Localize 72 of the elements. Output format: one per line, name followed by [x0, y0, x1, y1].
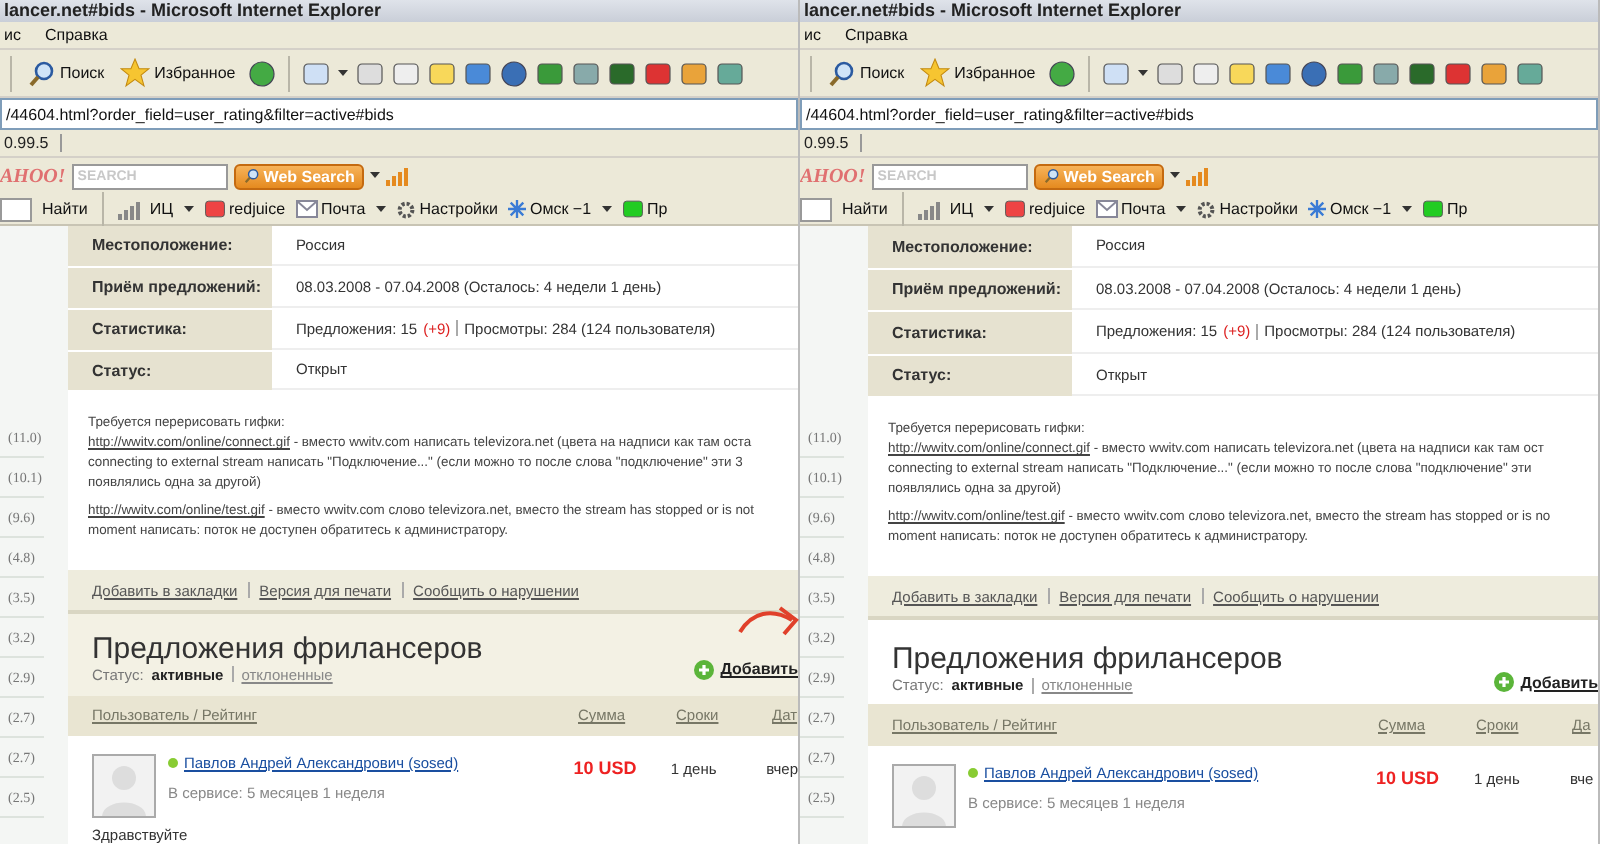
find-field[interactable]	[0, 197, 32, 221]
star-icon	[120, 58, 151, 88]
menu-item[interactable]: ис	[4, 26, 21, 44]
window-title: lancer.net#bids - Microsoft Internet Explorer	[800, 0, 1598, 22]
favorites-button[interactable]: Избранное	[116, 58, 240, 88]
toolbar-link[interactable]: Омск −1	[1307, 200, 1392, 218]
caret-icon	[337, 69, 348, 77]
caret-icon	[1175, 205, 1186, 213]
info-label: Статистика:	[868, 312, 1072, 353]
signal-bars-icon	[917, 199, 946, 219]
menu-item[interactable]: ис	[804, 26, 821, 44]
info-label: Статус:	[868, 355, 1072, 396]
avatar-placeholder	[892, 764, 956, 828]
caret-icon	[1170, 172, 1181, 180]
toolbar-link[interactable]: redjuice	[1003, 198, 1086, 220]
toolbar-link[interactable]: redjuice	[203, 198, 286, 220]
envelope-icon	[295, 200, 318, 218]
toolbar-link[interactable]: Настройки	[395, 199, 498, 219]
menu-item[interactable]: Справка	[44, 26, 108, 44]
search-icon	[828, 59, 856, 87]
plus-icon	[1494, 672, 1515, 692]
window-title: lancer.net#bids - Microsoft Internet Explorer	[0, 0, 798, 22]
toolbar-link[interactable]: Пр	[1421, 198, 1468, 220]
envelope-icon	[1095, 200, 1118, 218]
search-icon	[243, 168, 260, 184]
toolbar-link[interactable]: ИЦ	[917, 199, 973, 219]
section-title: Предложения фрилансеров	[92, 631, 485, 666]
address-field[interactable]: /44604.html?order_field=user_rating&filter=active#bids	[0, 98, 798, 130]
info-label: Приём предложений:	[868, 269, 1072, 310]
info-label: Статус:	[68, 351, 272, 391]
caret-icon	[1137, 69, 1148, 77]
toolbar-link[interactable]: Пр	[621, 198, 668, 220]
signal-bars-icon	[117, 199, 146, 219]
plus-icon	[694, 659, 715, 680]
gear-icon	[1195, 199, 1216, 219]
toolbar-link[interactable]: Настройки	[1195, 199, 1298, 219]
version-label: 0.99.5	[4, 134, 63, 152]
toolbar-link[interactable]: Почта	[295, 200, 366, 218]
info-label: Местоположение:	[868, 226, 1072, 267]
toolbar-link[interactable]: Почта	[1095, 200, 1166, 218]
caret-icon	[375, 205, 386, 213]
favorites-button[interactable]: Избранное	[916, 58, 1040, 88]
star-icon	[920, 58, 951, 88]
add-offer-link[interactable]: Добавить	[1494, 672, 1598, 692]
caret-icon	[370, 172, 381, 180]
search-icon	[1043, 168, 1060, 184]
caret-icon	[183, 205, 193, 213]
find-button[interactable]: Найти	[842, 200, 888, 218]
info-label: Местоположение:	[68, 226, 272, 266]
gear-icon	[395, 199, 416, 219]
info-label: Приём предложений:	[68, 267, 272, 308]
search-button[interactable]: Поиск	[24, 59, 109, 87]
bid-amount: 10 USD	[1376, 766, 1442, 792]
caret-icon	[983, 205, 993, 213]
toolbar-link[interactable]: Омск −1	[507, 200, 592, 218]
address-field[interactable]: /44604.html?order_field=user_rating&filter=active#bids	[800, 98, 1598, 130]
caret-icon	[1401, 205, 1412, 213]
menu-item[interactable]: Справка	[844, 26, 908, 44]
search-button[interactable]: Поиск	[824, 59, 909, 87]
snowflake-icon	[507, 200, 526, 218]
find-button[interactable]: Найти	[42, 200, 88, 218]
caret-icon	[601, 205, 612, 213]
toolbar-link[interactable]: ИЦ	[117, 199, 173, 219]
version-label: 0.99.5	[804, 134, 863, 152]
section-title: Предложения фрилансеров	[892, 642, 1285, 676]
info-label: Статистика:	[68, 309, 272, 350]
avatar-placeholder	[92, 754, 156, 818]
add-offer-link[interactable]: Добавить	[694, 659, 798, 680]
snowflake-icon	[1307, 200, 1326, 218]
bid-amount: 10 USD	[573, 756, 639, 782]
search-icon	[28, 59, 56, 87]
find-field[interactable]	[800, 197, 832, 221]
